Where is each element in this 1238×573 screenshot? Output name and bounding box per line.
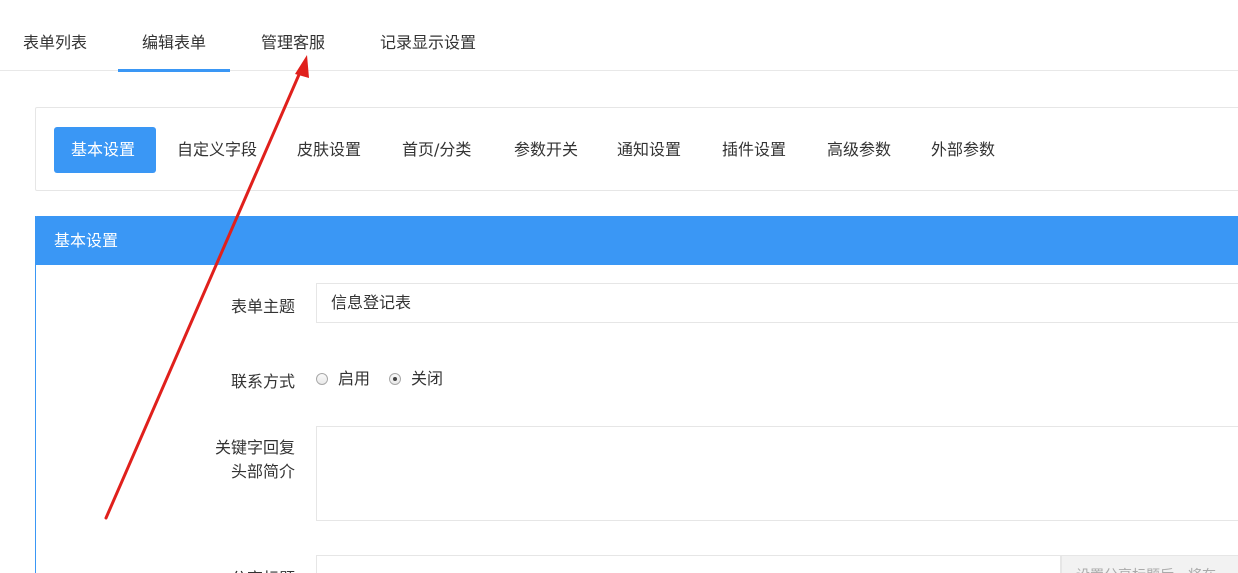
radio-unchecked-icon xyxy=(316,373,328,385)
settings-tab-bar: 基本设置 自定义字段 皮肤设置 首页/分类 参数开关 通知设置 插件设置 高级参… xyxy=(35,107,1238,191)
tab-edit-form[interactable]: 编辑表单 xyxy=(117,0,231,72)
subtab-basic-settings[interactable]: 基本设置 xyxy=(54,127,156,173)
basic-settings-panel: 基本设置 表单主题 信息登记表 联系方式 启用 关闭 关键字回复 头部简介 分享… xyxy=(35,216,1238,573)
subtab-external-params[interactable]: 外部参数 xyxy=(931,127,995,173)
subtab-param-switches[interactable]: 参数开关 xyxy=(514,127,578,173)
tab-manage-service[interactable]: 管理客服 xyxy=(261,0,325,71)
subtab-home-category[interactable]: 首页/分类 xyxy=(402,127,471,173)
tab-form-list[interactable]: 表单列表 xyxy=(23,0,87,71)
share-title-hint: 设置分享标题后，将在 xyxy=(1061,555,1238,573)
contact-disable-radio[interactable]: 关闭 xyxy=(389,367,443,391)
radio-checked-icon xyxy=(389,373,401,385)
contact-enable-radio[interactable]: 启用 xyxy=(316,367,370,391)
subtab-plugin-settings[interactable]: 插件设置 xyxy=(722,127,786,173)
subject-label: 表单主题 xyxy=(231,297,296,316)
header-intro-label: 头部简介 xyxy=(231,462,296,481)
subtab-skin-settings[interactable]: 皮肤设置 xyxy=(297,127,361,173)
share-title-input[interactable] xyxy=(316,555,1061,573)
subject-input[interactable]: 信息登记表 xyxy=(316,283,1238,323)
panel-title: 基本设置 xyxy=(35,216,1238,265)
top-tab-bar: 表单列表 编辑表单 管理客服 记录显示设置 xyxy=(0,0,1238,72)
subtab-notification-settings[interactable]: 通知设置 xyxy=(617,127,681,173)
contact-label: 联系方式 xyxy=(231,372,296,391)
subtab-advanced-params[interactable]: 高级参数 xyxy=(827,127,891,173)
tab-record-display-settings[interactable]: 记录显示设置 xyxy=(380,0,476,71)
contact-enable-label: 启用 xyxy=(338,369,371,388)
keyword-reply-label: 关键字回复 xyxy=(215,438,296,457)
share-title-label: 分享标题 xyxy=(231,565,295,573)
header-intro-textarea[interactable] xyxy=(316,426,1238,521)
contact-disable-label: 关闭 xyxy=(411,369,444,388)
page: 表单列表 编辑表单 管理客服 记录显示设置 基本设置 自定义字段 皮肤设置 首页… xyxy=(0,0,1238,573)
subtab-custom-fields[interactable]: 自定义字段 xyxy=(177,127,257,173)
